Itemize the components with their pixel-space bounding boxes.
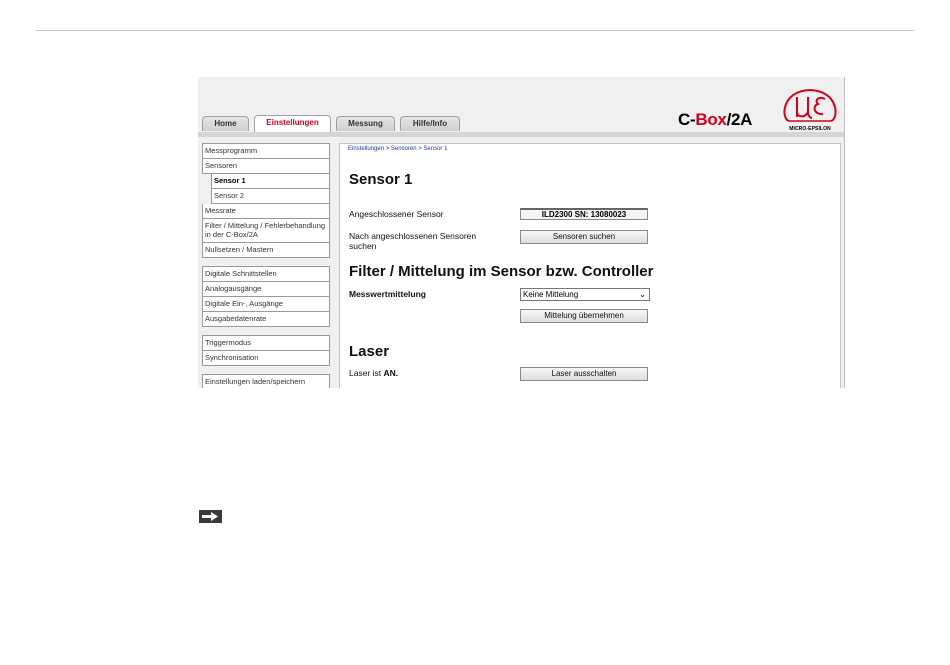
sidebar-group-settings: Einstellungen laden/speichern	[202, 374, 330, 388]
sidebar-item-filter[interactable]: Filter / Mittelung / Fehlerbehandlung in…	[202, 219, 330, 243]
sidebar-group-trigger: Triggermodus Synchronisation	[202, 335, 330, 366]
sidebar-group-outputs: Digitale Schnittstellen Analogausgänge D…	[202, 266, 330, 327]
apply-averaging-button[interactable]: Mittelung übernehmen	[520, 309, 648, 323]
sidebar-item-sensoren[interactable]: Sensoren	[202, 159, 330, 174]
sidebar-item-sensor-1[interactable]: Sensor 1	[211, 174, 330, 189]
product-title: C-Box/2A	[678, 110, 753, 129]
sidebar-group-sensor: Messprogramm Sensoren Sensor 1 Sensor 2 …	[202, 143, 330, 258]
search-sensors-button[interactable]: Sensoren suchen	[520, 230, 648, 244]
sidebar-item-synchronisation[interactable]: Synchronisation	[202, 351, 330, 366]
web-interface-screenshot: Home Einstellungen Messung Hilfe/Info C-…	[198, 77, 845, 388]
main-panel: Einstellungen > Sensoren > Sensor 1 Sens…	[339, 143, 841, 388]
averaging-label: Messwertmittelung	[349, 289, 426, 299]
laser-off-button[interactable]: Laser ausschalten	[520, 367, 648, 381]
laser-status: Laser ist AN.	[349, 368, 399, 378]
settings-sidebar: Messprogramm Sensoren Sensor 1 Sensor 2 …	[202, 143, 330, 388]
filter-section-title: Filter / Mittelung im Sensor bzw. Contro…	[349, 263, 654, 280]
tab-einstellungen[interactable]: Einstellungen	[254, 115, 331, 132]
micro-epsilon-logo-icon	[783, 88, 837, 122]
search-sensors-label: Nach angeschlossenen Sensoren suchen	[349, 231, 477, 251]
header-separator	[198, 132, 844, 137]
laser-section-title: Laser	[349, 343, 390, 360]
averaging-selected-value: Keine Mittelung	[523, 290, 579, 299]
tab-home[interactable]: Home	[202, 116, 249, 131]
connected-sensor-label: Angeschlossener Sensor	[349, 209, 444, 219]
page-title: Sensor 1	[349, 171, 413, 188]
sidebar-item-triggermodus[interactable]: Triggermodus	[202, 335, 330, 351]
sidebar-item-messprogramm[interactable]: Messprogramm	[202, 143, 330, 159]
sidebar-item-nullsetzen[interactable]: Nullsetzen / Mastern	[202, 243, 330, 258]
arrow-right-icon	[199, 510, 222, 523]
sidebar-item-analogausgaenge[interactable]: Analogausgänge	[202, 282, 330, 297]
sidebar-item-digitale-ein-ausgaenge[interactable]: Digitale Ein-, Ausgänge	[202, 297, 330, 312]
sidebar-item-messrate[interactable]: Messrate	[202, 204, 330, 219]
sidebar-item-ausgabedatenrate[interactable]: Ausgabedatenrate	[202, 312, 330, 327]
sidebar-item-digitale-schnittstellen[interactable]: Digitale Schnittstellen	[202, 266, 330, 282]
chevron-down-icon: ⌄	[639, 290, 646, 299]
connected-sensor-value: ILD2300 SN: 13080023	[520, 208, 648, 220]
averaging-select[interactable]: Keine Mittelung ⌄	[520, 288, 650, 301]
sidebar-item-sensor-2[interactable]: Sensor 2	[211, 189, 330, 204]
tab-hilfe-info[interactable]: Hilfe/Info	[400, 116, 460, 131]
breadcrumb[interactable]: Einstellungen > Sensoren > Sensor 1	[348, 146, 447, 152]
tab-messung[interactable]: Messung	[336, 116, 395, 131]
page-top-rule	[36, 30, 914, 31]
sidebar-item-einstellungen-laden[interactable]: Einstellungen laden/speichern	[202, 374, 330, 388]
